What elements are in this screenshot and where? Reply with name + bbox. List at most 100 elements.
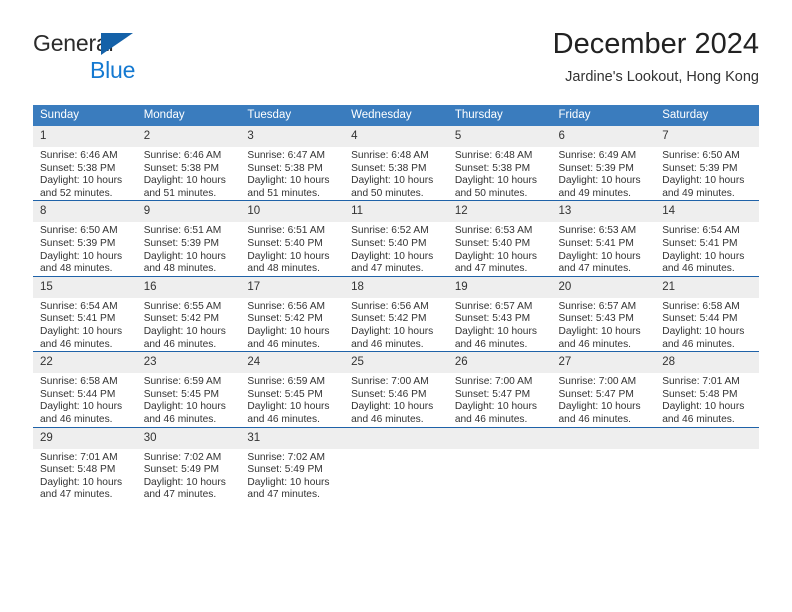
day-cell[interactable]: 24 Sunrise: 6:59 AM Sunset: 5:45 PM Dayl…	[240, 351, 345, 427]
day-details: Sunrise: 6:59 AM Sunset: 5:45 PM Dayligh…	[137, 373, 241, 426]
sunrise-text: Sunrise: 6:58 AM	[40, 376, 118, 388]
day-cell[interactable]: 12 Sunrise: 6:53 AM Sunset: 5:40 PM Dayl…	[447, 200, 552, 277]
brand-logo[interactable]: General Blue	[33, 30, 233, 90]
day-details: Sunrise: 6:57 AM Sunset: 5:43 PM Dayligh…	[552, 298, 656, 351]
sunset-text: Sunset: 5:41 PM	[40, 313, 116, 325]
day-number: 31	[240, 427, 345, 449]
day-cell[interactable]: 4 Sunrise: 6:48 AM Sunset: 5:38 PM Dayli…	[344, 126, 448, 201]
day-cell[interactable]: 2 Sunrise: 6:46 AM Sunset: 5:38 PM Dayli…	[136, 126, 241, 201]
sunset-text: Sunset: 5:40 PM	[351, 237, 427, 249]
day-cell[interactable]: 29 Sunrise: 7:01 AM Sunset: 5:48 PM Dayl…	[33, 426, 137, 502]
day-cell[interactable]: 30 Sunrise: 7:02 AM Sunset: 5:49 PM Dayl…	[136, 426, 241, 502]
day-cell-inner: 19 Sunrise: 6:57 AM Sunset: 5:43 PM Dayl…	[447, 276, 552, 352]
day-cell[interactable]: 17 Sunrise: 6:56 AM Sunset: 5:42 PM Dayl…	[240, 275, 345, 352]
day-cell[interactable]: 16 Sunrise: 6:55 AM Sunset: 5:42 PM Dayl…	[136, 275, 241, 352]
sunset-text: Sunset: 5:40 PM	[247, 237, 323, 249]
day-details: Sunrise: 7:00 AM Sunset: 5:47 PM Dayligh…	[448, 373, 552, 426]
day-cell[interactable]: 13 Sunrise: 6:53 AM Sunset: 5:41 PM Dayl…	[551, 200, 656, 277]
sunrise-text: Sunrise: 6:48 AM	[351, 150, 429, 161]
day-cell[interactable]: 11 Sunrise: 6:52 AM Sunset: 5:40 PM Dayl…	[344, 200, 448, 277]
day-cell-inner: 27 Sunrise: 7:00 AM Sunset: 5:47 PM Dayl…	[551, 352, 656, 427]
day-cell[interactable]: 31 Sunrise: 7:02 AM Sunset: 5:49 PM Dayl…	[240, 426, 345, 502]
sunset-text: Sunset: 5:42 PM	[143, 313, 220, 325]
day-cell[interactable]: 20 Sunrise: 6:57 AM Sunset: 5:43 PM Dayl…	[551, 275, 656, 352]
day-number: 27	[551, 352, 656, 374]
day-details: Sunrise: 6:47 AM Sunset: 5:38 PM Dayligh…	[240, 147, 344, 200]
day-details: Sunrise: 6:56 AM Sunset: 5:42 PM Dayligh…	[240, 298, 344, 351]
day-cell[interactable]: 10 Sunrise: 6:51 AM Sunset: 5:40 PM Dayl…	[240, 200, 345, 277]
day-cell[interactable]: 22 Sunrise: 6:58 AM Sunset: 5:44 PM Dayl…	[33, 351, 137, 427]
day-number	[655, 427, 759, 449]
day-cell[interactable]: 15 Sunrise: 6:54 AM Sunset: 5:41 PM Dayl…	[33, 275, 137, 352]
day-cell[interactable]: 1 Sunrise: 6:46 AM Sunset: 5:38 PM Dayli…	[33, 126, 137, 201]
sunset-text: Sunset: 5:48 PM	[662, 388, 738, 400]
day-cell[interactable]: 6 Sunrise: 6:49 AM Sunset: 5:39 PM Dayli…	[551, 126, 656, 201]
day-cell-inner: 25 Sunrise: 7:00 AM Sunset: 5:46 PM Dayl…	[344, 352, 448, 427]
day-cell[interactable]: 27 Sunrise: 7:00 AM Sunset: 5:47 PM Dayl…	[551, 351, 656, 427]
day-number	[344, 427, 448, 449]
day-number: 21	[655, 276, 759, 298]
daylight-text: Daylight: 10 hours and 48 minutes.	[143, 250, 226, 275]
day-cell-inner: 10 Sunrise: 6:51 AM Sunset: 5:40 PM Dayl…	[240, 201, 345, 276]
daylight-text: Daylight: 10 hours and 50 minutes.	[454, 175, 537, 199]
sunrise-text: Sunrise: 6:52 AM	[351, 225, 429, 237]
daylight-text: Daylight: 10 hours and 46 minutes.	[351, 325, 434, 350]
day-number: 11	[344, 201, 448, 223]
day-details: Sunrise: 6:51 AM Sunset: 5:39 PM Dayligh…	[137, 222, 241, 275]
calendar-page: General Blue December 2024 Jardine's Loo…	[0, 0, 792, 612]
sunrise-text: Sunrise: 6:51 AM	[247, 225, 325, 237]
day-details: Sunrise: 6:58 AM Sunset: 5:44 PM Dayligh…	[33, 373, 137, 426]
day-cell-inner: 22 Sunrise: 6:58 AM Sunset: 5:44 PM Dayl…	[33, 352, 137, 427]
sunrise-text: Sunrise: 6:57 AM	[454, 300, 533, 312]
daylight-text: Daylight: 10 hours and 46 minutes.	[662, 325, 745, 350]
daylight-text: Daylight: 10 hours and 46 minutes.	[662, 401, 745, 425]
day-cell[interactable]: 14 Sunrise: 6:54 AM Sunset: 5:41 PM Dayl…	[655, 200, 759, 277]
day-number: 1	[33, 126, 137, 147]
day-cell[interactable]: 26 Sunrise: 7:00 AM Sunset: 5:47 PM Dayl…	[447, 351, 552, 427]
weekday-header-tuesday: Tuesday	[240, 105, 345, 126]
day-number: 12	[447, 201, 552, 223]
sunset-text: Sunset: 5:46 PM	[351, 388, 427, 400]
day-number: 29	[33, 427, 137, 449]
sunrise-text: Sunrise: 6:56 AM	[247, 300, 325, 312]
day-cell[interactable]: 8 Sunrise: 6:50 AM Sunset: 5:39 PM Dayli…	[33, 200, 137, 277]
day-cell[interactable]: 23 Sunrise: 6:59 AM Sunset: 5:45 PM Dayl…	[136, 351, 241, 427]
day-details: Sunrise: 6:59 AM Sunset: 5:45 PM Dayligh…	[240, 373, 344, 426]
day-cell[interactable]: 28 Sunrise: 7:01 AM Sunset: 5:48 PM Dayl…	[655, 351, 759, 427]
sunset-text: Sunset: 5:40 PM	[454, 237, 531, 249]
day-number: 20	[551, 276, 656, 298]
daylight-text: Daylight: 10 hours and 46 minutes.	[558, 401, 641, 425]
day-number: 28	[655, 352, 759, 374]
day-cell[interactable]: 7 Sunrise: 6:50 AM Sunset: 5:39 PM Dayli…	[655, 126, 759, 201]
day-cell[interactable]: 5 Sunrise: 6:48 AM Sunset: 5:38 PM Dayli…	[447, 126, 552, 201]
day-details: Sunrise: 6:48 AM Sunset: 5:38 PM Dayligh…	[344, 147, 448, 200]
day-cell-inner	[447, 427, 552, 502]
day-cell[interactable]: 21 Sunrise: 6:58 AM Sunset: 5:44 PM Dayl…	[655, 275, 759, 352]
day-cell-inner: 9 Sunrise: 6:51 AM Sunset: 5:39 PM Dayli…	[136, 201, 241, 276]
day-cell[interactable]: 25 Sunrise: 7:00 AM Sunset: 5:46 PM Dayl…	[344, 351, 448, 427]
weekday-header-monday: Monday	[136, 105, 241, 126]
daylight-text: Daylight: 10 hours and 46 minutes.	[40, 325, 123, 350]
day-cell[interactable]: 3 Sunrise: 6:47 AM Sunset: 5:38 PM Dayli…	[240, 126, 345, 201]
day-details: Sunrise: 6:54 AM Sunset: 5:41 PM Dayligh…	[655, 222, 759, 275]
day-cell-empty	[655, 426, 759, 502]
day-number: 17	[240, 276, 345, 298]
day-cell-inner: 7 Sunrise: 6:50 AM Sunset: 5:39 PM Dayli…	[655, 126, 759, 201]
sunrise-text: Sunrise: 6:54 AM	[662, 225, 740, 237]
day-details: Sunrise: 7:00 AM Sunset: 5:46 PM Dayligh…	[344, 373, 448, 426]
brand-name-blue: Blue	[90, 57, 136, 83]
day-details: Sunrise: 6:50 AM Sunset: 5:39 PM Dayligh…	[655, 147, 759, 200]
week-row: 15 Sunrise: 6:54 AM Sunset: 5:41 PM Dayl…	[33, 275, 759, 352]
day-cell-inner: 4 Sunrise: 6:48 AM Sunset: 5:38 PM Dayli…	[344, 126, 448, 201]
daylight-text: Daylight: 10 hours and 48 minutes.	[40, 250, 123, 275]
day-cell[interactable]: 9 Sunrise: 6:51 AM Sunset: 5:39 PM Dayli…	[136, 200, 241, 277]
sunset-text: Sunset: 5:48 PM	[40, 464, 116, 476]
daylight-text: Daylight: 10 hours and 47 minutes.	[40, 476, 123, 501]
sunset-text: Sunset: 5:43 PM	[558, 313, 634, 325]
day-number: 24	[240, 352, 345, 374]
sunset-text: Sunset: 5:49 PM	[143, 464, 220, 476]
weekday-header-wednesday: Wednesday	[344, 105, 448, 126]
day-cell[interactable]: 18 Sunrise: 6:56 AM Sunset: 5:42 PM Dayl…	[344, 275, 448, 352]
day-cell[interactable]: 19 Sunrise: 6:57 AM Sunset: 5:43 PM Dayl…	[447, 275, 552, 352]
sunset-text: Sunset: 5:38 PM	[247, 162, 323, 174]
